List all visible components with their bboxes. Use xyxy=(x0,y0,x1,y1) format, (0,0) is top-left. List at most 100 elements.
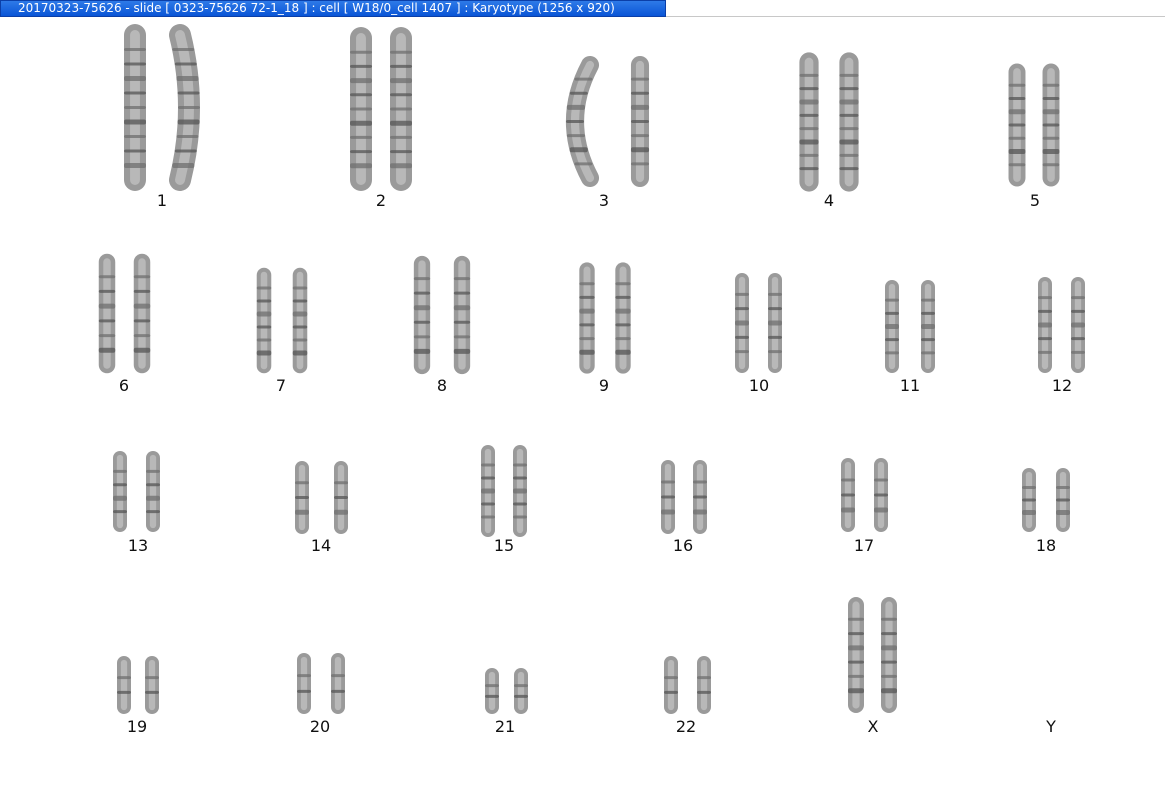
chromosome-pair-20[interactable] xyxy=(297,653,345,714)
chromosome-band xyxy=(350,107,372,111)
chromatid[interactable] xyxy=(884,280,900,373)
chromatid[interactable] xyxy=(333,461,348,534)
chromosome-band xyxy=(124,149,146,153)
chromatid[interactable] xyxy=(292,267,308,374)
chromosome-pair-x[interactable] xyxy=(847,597,898,713)
chromatid[interactable] xyxy=(295,461,309,534)
chromosome-pair-22[interactable] xyxy=(664,656,711,714)
chromatid[interactable] xyxy=(513,668,528,714)
chromatid[interactable] xyxy=(169,24,200,191)
chromosome-band xyxy=(579,337,595,341)
chromatid[interactable] xyxy=(145,451,160,532)
chromosome-pair-19[interactable] xyxy=(117,656,160,714)
chromosome-pair-16[interactable] xyxy=(661,460,707,534)
chromosome-band xyxy=(768,335,782,339)
chromatid[interactable] xyxy=(512,445,527,537)
chromatid[interactable] xyxy=(1022,468,1036,532)
chromosome-label-y: Y xyxy=(1045,717,1056,736)
chromosome-pair-21[interactable] xyxy=(485,668,528,714)
chromatid[interactable] xyxy=(734,273,750,373)
chromosome-label-19: 19 xyxy=(127,717,147,736)
chromatid[interactable] xyxy=(123,24,147,191)
chromosome-band xyxy=(331,674,345,678)
chromatid[interactable] xyxy=(664,656,678,714)
chromosome-pair-6[interactable] xyxy=(98,253,151,374)
chromosome-pair-17[interactable] xyxy=(841,458,888,532)
chromosome-pair-1[interactable] xyxy=(123,24,200,191)
chromosome-pair-11[interactable] xyxy=(884,280,935,373)
chromatid[interactable] xyxy=(453,255,471,375)
chromatid[interactable] xyxy=(579,262,595,374)
chromatid[interactable] xyxy=(615,262,631,374)
chromatid[interactable] xyxy=(1037,277,1053,373)
chromosome-band xyxy=(177,91,200,95)
chromatid[interactable] xyxy=(485,668,500,714)
chromosome-band xyxy=(574,77,593,81)
chromosome-band xyxy=(481,463,495,467)
chromosome-label-11: 11 xyxy=(900,376,920,395)
chromatid[interactable] xyxy=(1008,63,1026,187)
chromatid[interactable] xyxy=(874,458,888,532)
chromosome-band xyxy=(839,87,859,91)
chromatid[interactable] xyxy=(112,451,128,532)
chromosome-pair-2[interactable] xyxy=(349,27,413,191)
chromosome-band xyxy=(1008,149,1026,154)
chromosome-band xyxy=(98,319,116,323)
chromosome-pair-5[interactable] xyxy=(1008,63,1060,187)
chromatid[interactable] xyxy=(1056,468,1070,532)
chromatid[interactable] xyxy=(839,52,859,192)
chromosome-band xyxy=(334,509,348,515)
chromosome-pair-12[interactable] xyxy=(1037,277,1086,373)
chromosome-pair-3[interactable] xyxy=(565,55,650,188)
chromosome-band xyxy=(1042,123,1060,127)
chromatid[interactable] xyxy=(693,460,707,534)
chromatid[interactable] xyxy=(117,656,131,714)
chromatid[interactable] xyxy=(661,460,675,534)
chromatid[interactable] xyxy=(841,458,855,532)
chromosome-band xyxy=(921,298,935,302)
chromosome-pair-10[interactable] xyxy=(734,273,783,373)
chromosome-label-9: 9 xyxy=(599,376,609,395)
chromatid[interactable] xyxy=(98,253,116,374)
chromatid[interactable] xyxy=(413,255,431,375)
chromosome-pair-15[interactable] xyxy=(480,445,527,537)
chromatid[interactable] xyxy=(256,267,272,374)
chromatid[interactable] xyxy=(565,55,600,188)
chromosome-band xyxy=(768,292,782,296)
chromosome-label-18: 18 xyxy=(1036,536,1056,555)
chromosome-band xyxy=(661,495,675,499)
chromosome-band xyxy=(98,347,116,353)
chromosome-band xyxy=(256,286,272,290)
chromosome-band xyxy=(390,163,412,169)
chromatid[interactable] xyxy=(767,273,783,373)
chromosome-pair-13[interactable] xyxy=(112,451,160,532)
chromatid[interactable] xyxy=(847,597,865,713)
chromosome-pair-14[interactable] xyxy=(295,461,348,534)
chromatid[interactable] xyxy=(920,280,935,373)
chromatid[interactable] xyxy=(880,597,898,713)
chromatid[interactable] xyxy=(389,27,413,191)
chromosome-pair-8[interactable] xyxy=(413,255,471,375)
chromatid[interactable] xyxy=(1070,277,1086,373)
chromatid[interactable] xyxy=(696,656,711,714)
chromatid[interactable] xyxy=(145,656,160,714)
chromosome-pair-4[interactable] xyxy=(799,52,859,192)
chromosome-band xyxy=(390,78,412,84)
chromosome-band xyxy=(799,153,819,157)
chromatid[interactable] xyxy=(297,653,312,714)
chromosome-pair-9[interactable] xyxy=(579,262,631,374)
chromosome-pair-7[interactable] xyxy=(256,267,308,374)
chromatid[interactable] xyxy=(330,653,345,714)
chromosome-band xyxy=(630,120,650,123)
chromosome-band xyxy=(697,676,711,680)
chromatid[interactable] xyxy=(799,52,819,192)
chromatid[interactable] xyxy=(630,55,650,188)
chromosome-band xyxy=(615,323,631,327)
chromatid[interactable] xyxy=(349,27,373,191)
chromosome-pair-18[interactable] xyxy=(1022,468,1070,532)
chromosome-band xyxy=(1038,350,1052,354)
chromatid[interactable] xyxy=(480,445,496,537)
chromatid[interactable] xyxy=(1042,63,1060,187)
chromatid[interactable] xyxy=(133,253,151,374)
chromosome-band xyxy=(1071,322,1085,328)
